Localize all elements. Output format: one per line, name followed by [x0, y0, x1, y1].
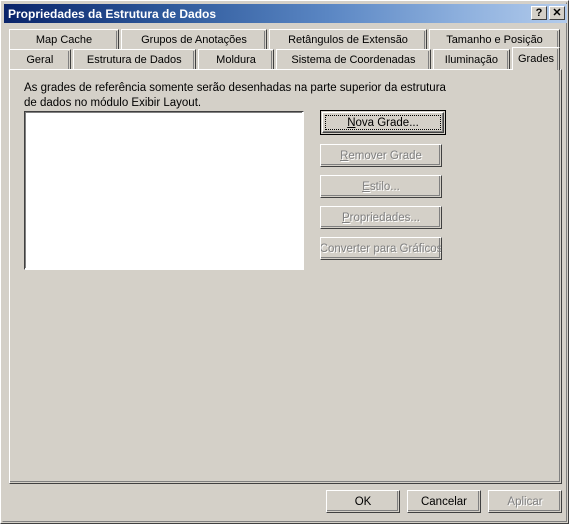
- apply-button: Aplicar: [488, 490, 562, 513]
- button-label: Remover Grade: [340, 149, 422, 162]
- tab-label: Moldura: [216, 54, 256, 66]
- panel-description: As grades de referência somente serão de…: [24, 82, 446, 109]
- cancel-button-label: Cancelar: [420, 495, 468, 508]
- dialog-footer: OK Cancelar Aplicar: [1, 490, 568, 514]
- tab-sistema-de-coordenadas[interactable]: Sistema de Coordenadas: [276, 49, 431, 70]
- tab-geral[interactable]: Geral: [9, 49, 71, 70]
- title-bar[interactable]: Propriedades da Estrutura de Dados ? ✕: [4, 4, 567, 23]
- remover-grade-button: Remover Grade: [320, 144, 442, 167]
- tab-strip: Map Cache Grupos de Anotações Retângulos d…: [9, 29, 562, 71]
- button-label: Propriedades...: [342, 211, 420, 224]
- tab-row-bottom: Geral Estrutura de Dados Moldura Sistema de…: [9, 47, 562, 70]
- apply-button-label: Aplicar: [507, 495, 543, 508]
- tab-label: Geral: [26, 54, 54, 66]
- tab-label: Grades: [517, 53, 555, 65]
- button-spacer: [320, 198, 450, 206]
- button-spacer: [320, 229, 450, 237]
- button-spacer: [320, 167, 450, 175]
- grid-list-box[interactable]: [24, 111, 304, 270]
- ok-button-label: OK: [354, 495, 372, 508]
- button-label: Nova Grade...: [347, 116, 419, 129]
- tab-label: Sistema de Coordenadas: [291, 54, 416, 66]
- tab-ret-ngulos-de-extens-o[interactable]: Retângulos de Extensão: [269, 29, 427, 50]
- button-label: Estilo...: [362, 180, 400, 193]
- cancel-button[interactable]: Cancelar: [407, 490, 481, 513]
- tab-label: Retângulos de Extensão: [288, 34, 408, 46]
- tab-ilumina-o[interactable]: Iluminação: [432, 49, 511, 70]
- tab-moldura[interactable]: Moldura: [197, 49, 275, 70]
- tab-row-top: Map Cache Grupos de Anotações Retângulos d…: [9, 29, 562, 50]
- tab-label: Grupos de Anotações: [141, 34, 247, 46]
- converter-para-gráficos-button: Converter para Gráficos: [320, 237, 442, 260]
- tab-label: Iluminação: [444, 54, 498, 66]
- grades-tab-panel: As grades de referência somente serão de…: [9, 69, 562, 484]
- help-icon: ?: [535, 7, 543, 19]
- tab-map-cache[interactable]: Map Cache: [9, 29, 119, 50]
- tab-label: Tamanho e Posição: [446, 34, 543, 46]
- tab-label: Estrutura de Dados: [86, 54, 182, 66]
- help-button[interactable]: ?: [531, 6, 547, 20]
- tab-grades[interactable]: Grades: [512, 47, 560, 70]
- button-label: Converter para Gráficos: [320, 242, 442, 255]
- propriedades-button: Propriedades...: [320, 206, 442, 229]
- properties-dialog: Propriedades da Estrutura de Dados ? ✕ M…: [0, 0, 569, 524]
- window-title: Propriedades da Estrutura de Dados: [8, 6, 217, 21]
- tab-estrutura-de-dados[interactable]: Estrutura de Dados: [72, 49, 196, 70]
- estilo-button: Estilo...: [320, 175, 442, 198]
- ok-button[interactable]: OK: [326, 490, 400, 513]
- button-spacer: [320, 135, 450, 144]
- grid-list-items[interactable]: [25, 112, 302, 268]
- nova-grade-button[interactable]: Nova Grade...: [320, 110, 446, 135]
- grid-action-buttons: Nova Grade... Remover Grade Estilo... Propr…: [320, 110, 450, 260]
- title-bar-buttons: ? ✕: [531, 6, 565, 20]
- close-button[interactable]: ✕: [549, 6, 565, 20]
- tab-label: Map Cache: [35, 34, 93, 46]
- tab-grupos-de-anota-es[interactable]: Grupos de Anotações: [121, 29, 267, 50]
- close-icon: ✕: [552, 7, 562, 19]
